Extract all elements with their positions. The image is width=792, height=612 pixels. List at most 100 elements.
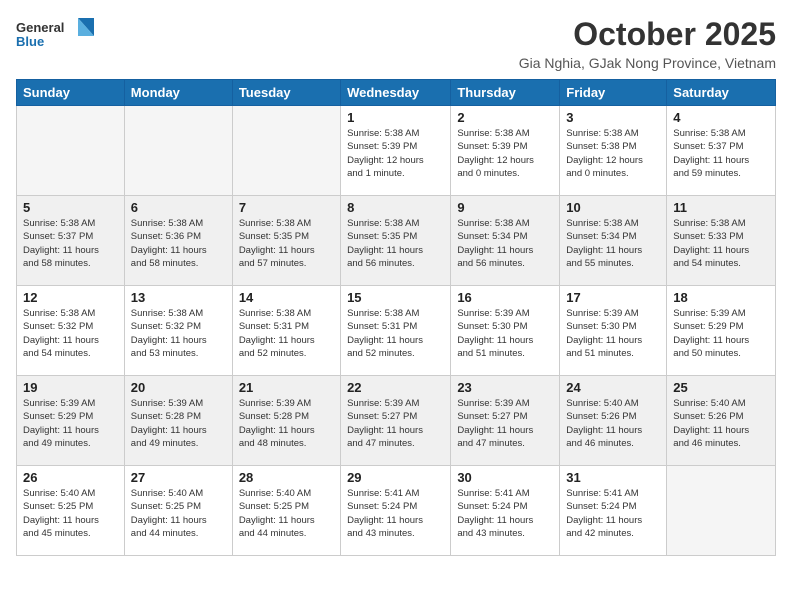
day-number: 16 <box>457 290 553 305</box>
day-info: Sunrise: 5:38 AM Sunset: 5:31 PM Dayligh… <box>239 307 334 360</box>
day-info: Sunrise: 5:38 AM Sunset: 5:37 PM Dayligh… <box>673 127 769 180</box>
calendar-cell: 5 Sunrise: 5:38 AM Sunset: 5:37 PM Daylig… <box>17 196 125 286</box>
day-info: Sunrise: 5:39 AM Sunset: 5:30 PM Dayligh… <box>566 307 660 360</box>
day-number: 21 <box>239 380 334 395</box>
day-info: Sunrise: 5:38 AM Sunset: 5:34 PM Dayligh… <box>566 217 660 270</box>
svg-text:General: General <box>16 20 64 35</box>
day-number: 29 <box>347 470 444 485</box>
calendar-week-5: 26 Sunrise: 5:40 AM Sunset: 5:25 PM Dayli… <box>17 466 776 556</box>
day-info: Sunrise: 5:40 AM Sunset: 5:25 PM Dayligh… <box>239 487 334 540</box>
day-number: 2 <box>457 110 553 125</box>
calendar-cell: 8Sunrise: 5:38 AM Sunset: 5:35 PM Daylig… <box>341 196 451 286</box>
day-info: Sunrise: 5:39 AM Sunset: 5:29 PM Dayligh… <box>673 307 769 360</box>
calendar-cell: 28Sunrise: 5:40 AM Sunset: 5:25 PM Dayli… <box>232 466 340 556</box>
calendar-cell: 26 Sunrise: 5:40 AM Sunset: 5:25 PM Dayli… <box>17 466 125 556</box>
day-info: Sunrise: 5:38 AM Sunset: 5:35 PM Dayligh… <box>347 217 444 270</box>
calendar-cell <box>124 106 232 196</box>
calendar-cell: 4 Sunrise: 5:38 AM Sunset: 5:37 PM Daylig… <box>667 106 776 196</box>
calendar-cell <box>232 106 340 196</box>
day-info: Sunrise: 5:39 AM Sunset: 5:29 PM Dayligh… <box>23 397 118 450</box>
calendar-cell: 23 Sunrise: 5:39 AM Sunset: 5:27 PM Dayli… <box>451 376 560 466</box>
calendar-cell: 2 Sunrise: 5:38 AM Sunset: 5:39 PM Daylig… <box>451 106 560 196</box>
day-info: Sunrise: 5:38 AM Sunset: 5:39 PM Dayligh… <box>347 127 444 180</box>
weekday-header-saturday: Saturday <box>667 80 776 106</box>
day-info: Sunrise: 5:38 AM Sunset: 5:33 PM Dayligh… <box>673 217 769 270</box>
calendar-cell: 11 Sunrise: 5:38 AM Sunset: 5:33 PM Dayli… <box>667 196 776 286</box>
calendar-cell: 9 Sunrise: 5:38 AM Sunset: 5:34 PM Daylig… <box>451 196 560 286</box>
calendar-cell: 29 Sunrise: 5:41 AM Sunset: 5:24 PM Dayli… <box>341 466 451 556</box>
calendar-cell: 21 Sunrise: 5:39 AM Sunset: 5:28 PM Dayli… <box>232 376 340 466</box>
calendar-cell <box>667 466 776 556</box>
day-info: Sunrise: 5:38 AM Sunset: 5:38 PM Dayligh… <box>566 127 660 180</box>
day-info: Sunrise: 5:38 AM Sunset: 5:36 PM Dayligh… <box>131 217 226 270</box>
day-number: 7 <box>239 200 334 215</box>
calendar-cell: 10 Sunrise: 5:38 AM Sunset: 5:34 PM Dayli… <box>560 196 667 286</box>
day-number: 13 <box>131 290 226 305</box>
calendar-cell: 3 Sunrise: 5:38 AM Sunset: 5:38 PM Daylig… <box>560 106 667 196</box>
day-number: 12 <box>23 290 118 305</box>
day-info: Sunrise: 5:39 AM Sunset: 5:30 PM Dayligh… <box>457 307 553 360</box>
day-number: 4 <box>673 110 769 125</box>
calendar-cell: 19 Sunrise: 5:39 AM Sunset: 5:29 PM Dayli… <box>17 376 125 466</box>
month-title: October 2025 <box>519 16 776 53</box>
day-number: 19 <box>23 380 118 395</box>
day-number: 25 <box>673 380 769 395</box>
calendar-cell: 20 Sunrise: 5:39 AM Sunset: 5:28 PM Dayli… <box>124 376 232 466</box>
day-number: 22 <box>347 380 444 395</box>
calendar-cell <box>17 106 125 196</box>
page-header: General Blue October 2025 Gia Nghia, GJa… <box>16 16 776 71</box>
day-number: 14 <box>239 290 334 305</box>
calendar-cell: 14 Sunrise: 5:38 AM Sunset: 5:31 PM Dayli… <box>232 286 340 376</box>
day-info: Sunrise: 5:39 AM Sunset: 5:28 PM Dayligh… <box>239 397 334 450</box>
calendar-cell: 18Sunrise: 5:39 AM Sunset: 5:29 PM Dayli… <box>667 286 776 376</box>
weekday-header-friday: Friday <box>560 80 667 106</box>
day-info: Sunrise: 5:38 AM Sunset: 5:32 PM Dayligh… <box>131 307 226 360</box>
day-info: Sunrise: 5:39 AM Sunset: 5:27 PM Dayligh… <box>457 397 553 450</box>
day-info: Sunrise: 5:38 AM Sunset: 5:39 PM Dayligh… <box>457 127 553 180</box>
day-number: 15 <box>347 290 444 305</box>
day-number: 9 <box>457 200 553 215</box>
calendar-cell: 27Sunrise: 5:40 AM Sunset: 5:25 PM Dayli… <box>124 466 232 556</box>
calendar-cell: 6 Sunrise: 5:38 AM Sunset: 5:36 PM Daylig… <box>124 196 232 286</box>
day-info: Sunrise: 5:38 AM Sunset: 5:34 PM Dayligh… <box>457 217 553 270</box>
day-number: 5 <box>23 200 118 215</box>
calendar-cell: 1Sunrise: 5:38 AM Sunset: 5:39 PM Daylig… <box>341 106 451 196</box>
day-info: Sunrise: 5:40 AM Sunset: 5:25 PM Dayligh… <box>23 487 118 540</box>
logo: General Blue <box>16 16 96 54</box>
weekday-header-thursday: Thursday <box>451 80 560 106</box>
day-number: 11 <box>673 200 769 215</box>
day-info: Sunrise: 5:38 AM Sunset: 5:31 PM Dayligh… <box>347 307 444 360</box>
calendar-week-1: 1Sunrise: 5:38 AM Sunset: 5:39 PM Daylig… <box>17 106 776 196</box>
weekday-header-wednesday: Wednesday <box>341 80 451 106</box>
logo-svg: General Blue <box>16 16 96 54</box>
calendar-cell: 13 Sunrise: 5:38 AM Sunset: 5:32 PM Dayli… <box>124 286 232 376</box>
weekday-header-sunday: Sunday <box>17 80 125 106</box>
day-number: 26 <box>23 470 118 485</box>
day-number: 23 <box>457 380 553 395</box>
calendar-cell: 24Sunrise: 5:40 AM Sunset: 5:26 PM Dayli… <box>560 376 667 466</box>
day-info: Sunrise: 5:38 AM Sunset: 5:35 PM Dayligh… <box>239 217 334 270</box>
calendar-cell: 31Sunrise: 5:41 AM Sunset: 5:24 PM Dayli… <box>560 466 667 556</box>
calendar-week-2: 5 Sunrise: 5:38 AM Sunset: 5:37 PM Daylig… <box>17 196 776 286</box>
day-info: Sunrise: 5:40 AM Sunset: 5:25 PM Dayligh… <box>131 487 226 540</box>
day-info: Sunrise: 5:40 AM Sunset: 5:26 PM Dayligh… <box>673 397 769 450</box>
day-info: Sunrise: 5:38 AM Sunset: 5:37 PM Dayligh… <box>23 217 118 270</box>
calendar-week-4: 19 Sunrise: 5:39 AM Sunset: 5:29 PM Dayli… <box>17 376 776 466</box>
day-number: 3 <box>566 110 660 125</box>
day-info: Sunrise: 5:39 AM Sunset: 5:28 PM Dayligh… <box>131 397 226 450</box>
day-info: Sunrise: 5:41 AM Sunset: 5:24 PM Dayligh… <box>347 487 444 540</box>
weekday-header-tuesday: Tuesday <box>232 80 340 106</box>
day-number: 6 <box>131 200 226 215</box>
subtitle: Gia Nghia, GJak Nong Province, Vietnam <box>519 55 776 71</box>
day-number: 30 <box>457 470 553 485</box>
svg-text:Blue: Blue <box>16 34 44 49</box>
day-info: Sunrise: 5:40 AM Sunset: 5:26 PM Dayligh… <box>566 397 660 450</box>
calendar-cell: 15 Sunrise: 5:38 AM Sunset: 5:31 PM Dayli… <box>341 286 451 376</box>
day-info: Sunrise: 5:41 AM Sunset: 5:24 PM Dayligh… <box>457 487 553 540</box>
day-number: 20 <box>131 380 226 395</box>
calendar-cell: 17Sunrise: 5:39 AM Sunset: 5:30 PM Dayli… <box>560 286 667 376</box>
calendar-table: SundayMondayTuesdayWednesdayThursdayFrid… <box>16 79 776 556</box>
day-info: Sunrise: 5:39 AM Sunset: 5:27 PM Dayligh… <box>347 397 444 450</box>
day-number: 10 <box>566 200 660 215</box>
calendar-cell: 30 Sunrise: 5:41 AM Sunset: 5:24 PM Dayli… <box>451 466 560 556</box>
